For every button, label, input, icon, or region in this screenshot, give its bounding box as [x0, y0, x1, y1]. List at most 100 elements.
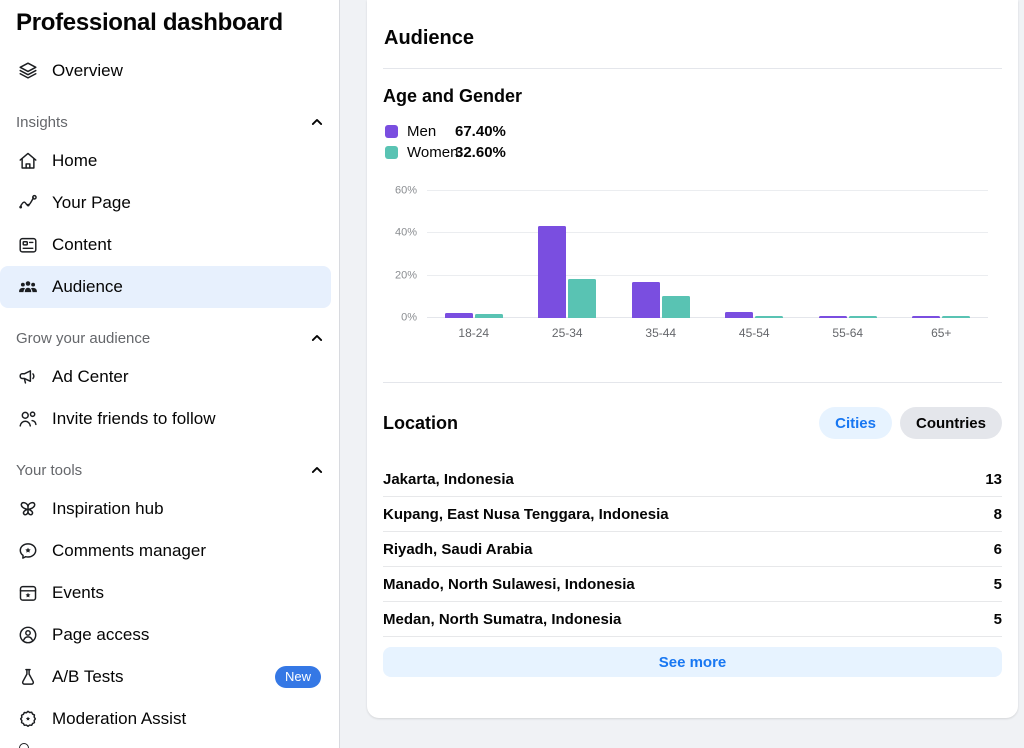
sidebar-nav: Overview Insights Home Your Page Content Audi… [0, 50, 339, 740]
sidebar-title: Professional dashboard [0, 0, 339, 40]
age-gender-xlabels: 18-2425-3435-4445-5455-6465+ [427, 326, 988, 340]
legend-row-men: Men67.40% [383, 121, 1002, 142]
cities-button[interactable]: Cities [819, 407, 892, 439]
bar-group-45-54 [708, 191, 802, 318]
sidebar-item-your-page[interactable]: Your Page [0, 182, 331, 224]
content-icon [16, 233, 40, 257]
sidebar-item-label: Audience [52, 277, 321, 297]
women-bar-45-54[interactable] [755, 316, 783, 319]
legend-label: Women [407, 144, 455, 161]
section-label: Insights [16, 114, 307, 131]
calendar-star-icon [16, 581, 40, 605]
location-section: Location Cities Countries Jakarta, Indon… [383, 407, 1002, 677]
chevron-up-icon[interactable] [307, 112, 327, 132]
sidebar-item-label: Content [52, 235, 321, 255]
home-icon [16, 149, 40, 173]
sidebar: Professional dashboard Overview Insights H… [0, 0, 340, 748]
age-gender-section: Age and Gender Men67.40%Women32.60% 0%20… [383, 86, 1002, 340]
bar-group-25-34 [521, 191, 615, 318]
sidebar-item-label: A/B Tests [52, 667, 263, 687]
sidebar-item-label: Events [52, 583, 321, 603]
sidebar-item-label: Your Page [52, 193, 321, 213]
legend-value: 67.40% [455, 123, 506, 140]
men-bar-45-54[interactable] [725, 312, 753, 318]
women-bar-65[interactable] [942, 316, 970, 318]
sidebar-item-ad-center[interactable]: Ad Center [0, 356, 331, 398]
age-gender-title: Age and Gender [383, 86, 1002, 107]
divider [383, 382, 1002, 383]
age-gender-legend: Men67.40%Women32.60% [383, 121, 1002, 163]
sidebar-item-inspiration-hub[interactable]: Inspiration hub [0, 488, 331, 530]
sidebar-item-comments-manager[interactable]: Comments manager [0, 530, 331, 572]
invite-icon [16, 407, 40, 431]
location-row[interactable]: Jakarta, Indonesia13 [383, 462, 1002, 497]
sidebar-item-label: Page access [52, 625, 321, 645]
location-row[interactable]: Manado, North Sulawesi, Indonesia5 [383, 567, 1002, 602]
y-axis-tick: 60% [383, 186, 417, 197]
audience-panel: Audience Age and Gender Men67.40%Women32… [367, 0, 1018, 718]
x-axis-tick: 65+ [895, 326, 989, 340]
men-bar-35-44[interactable] [632, 282, 660, 318]
location-title: Location [383, 413, 819, 434]
y-axis-tick: 0% [383, 313, 417, 324]
men-bar-55-64[interactable] [819, 316, 847, 318]
sidebar-item-events[interactable]: Events [0, 572, 331, 614]
legend-label: Men [407, 123, 455, 140]
partial-next-item-icon [19, 743, 29, 748]
men-bar-18-24[interactable] [445, 313, 473, 318]
page-title: Audience [383, 0, 1002, 68]
location-row[interactable]: Kupang, East Nusa Tenggara, Indonesia8 [383, 497, 1002, 532]
audience-icon [16, 275, 40, 299]
location-count: 6 [994, 541, 1002, 558]
sidebar-section-insights[interactable]: Insights [0, 104, 339, 140]
women-bar-55-64[interactable] [849, 316, 877, 318]
location-header: Location Cities Countries [383, 407, 1002, 439]
x-axis-tick: 35-44 [614, 326, 708, 340]
women-bar-18-24[interactable] [475, 314, 503, 318]
location-row[interactable]: Medan, North Sumatra, Indonesia5 [383, 602, 1002, 637]
sidebar-item-invite-friends-to-follow[interactable]: Invite friends to follow [0, 398, 331, 440]
chevron-up-icon[interactable] [307, 328, 327, 348]
sidebar-item-content[interactable]: Content [0, 224, 331, 266]
location-count: 8 [994, 506, 1002, 523]
new-badge: New [275, 666, 321, 688]
sidebar-item-home[interactable]: Home [0, 140, 331, 182]
legend-value: 32.60% [455, 144, 506, 161]
trend-icon [16, 191, 40, 215]
location-name: Jakarta, Indonesia [383, 471, 985, 488]
women-bar-25-34[interactable] [568, 279, 596, 318]
location-count: 5 [994, 611, 1002, 628]
chevron-up-icon[interactable] [307, 460, 327, 480]
x-axis-tick: 55-64 [801, 326, 895, 340]
sidebar-item-moderation-assist[interactable]: Moderation Assist [0, 698, 331, 740]
y-axis-tick: 20% [383, 270, 417, 281]
men-bar-25-34[interactable] [538, 226, 566, 318]
men-bar-65[interactable] [912, 316, 940, 318]
location-name: Manado, North Sulawesi, Indonesia [383, 576, 994, 593]
bars-row [427, 191, 988, 318]
sidebar-item-page-access[interactable]: Page access [0, 614, 331, 656]
location-count: 5 [994, 576, 1002, 593]
sidebar-section-grow-your-audience[interactable]: Grow your audience [0, 320, 339, 356]
countries-button[interactable]: Countries [900, 407, 1002, 439]
sidebar-section-your-tools[interactable]: Your tools [0, 452, 339, 488]
butterfly-icon [16, 497, 40, 521]
men-swatch-icon [385, 125, 398, 138]
sidebar-item-label: Overview [52, 61, 321, 81]
sidebar-item-audience[interactable]: Audience [0, 266, 331, 308]
bar-group-55-64 [801, 191, 895, 318]
sidebar-item-a-b-tests[interactable]: A/B Tests New [0, 656, 331, 698]
sidebar-item-label: Comments manager [52, 541, 321, 561]
bar-group-35-44 [614, 191, 708, 318]
see-more-button[interactable]: See more [383, 647, 1002, 677]
x-axis-tick: 25-34 [521, 326, 615, 340]
comment-star-icon [16, 539, 40, 563]
location-row[interactable]: Riyadh, Saudi Arabia6 [383, 532, 1002, 567]
x-axis-tick: 45-54 [708, 326, 802, 340]
women-swatch-icon [385, 146, 398, 159]
flask-icon [16, 665, 40, 689]
sidebar-item-overview[interactable]: Overview [0, 50, 331, 92]
women-bar-35-44[interactable] [662, 296, 690, 318]
x-axis-tick: 18-24 [427, 326, 521, 340]
location-count: 13 [985, 471, 1002, 488]
